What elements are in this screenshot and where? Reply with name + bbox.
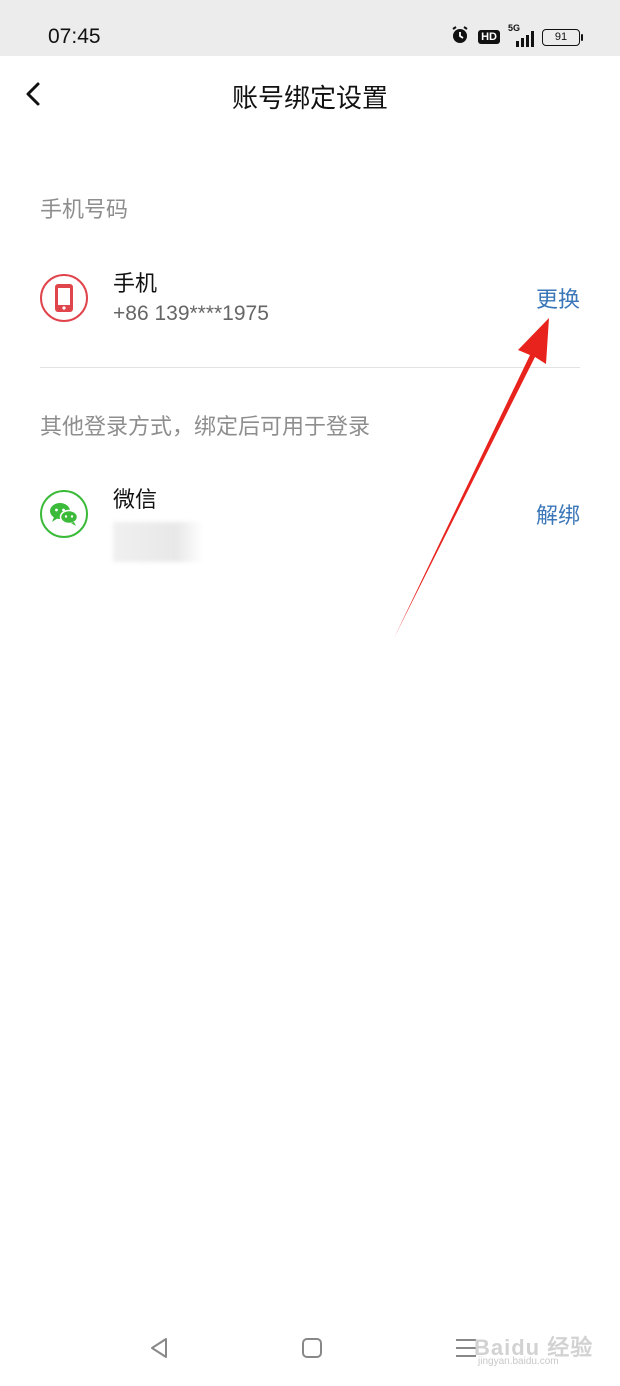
- phone-section-title: 手机号码: [40, 198, 129, 223]
- battery-icon: 91: [542, 28, 583, 46]
- alarm-icon: [450, 25, 470, 49]
- hd-icon: HD: [478, 30, 500, 44]
- phone-label: 手机: [113, 272, 158, 297]
- wechat-label: 微信: [113, 488, 158, 513]
- wechat-account-blurred: [113, 522, 203, 562]
- change-phone-button[interactable]: 更换: [536, 282, 580, 314]
- home-square-icon[interactable]: [296, 1332, 328, 1364]
- wechat-icon: [40, 490, 88, 538]
- back-triangle-icon[interactable]: [144, 1332, 176, 1364]
- section-divider: [40, 367, 580, 368]
- status-time: 07:45: [48, 25, 101, 48]
- unbind-wechat-button[interactable]: 解绑: [536, 498, 580, 530]
- page-title: 账号绑定设置: [231, 84, 388, 114]
- app-header: 账号绑定设置: [0, 56, 620, 136]
- baidu-watermark: Baidu 经验 jingyan.baidu.com: [474, 1330, 594, 1370]
- phone-icon: [40, 274, 88, 322]
- network-label: 5G: [508, 23, 521, 33]
- other-login-section-title: 其他登录方式，绑定后可用于登录: [40, 415, 371, 440]
- watermark-url: jingyan.baidu.com: [478, 1356, 559, 1367]
- status-bar: 07:45 HD 5G 91: [0, 0, 620, 56]
- phone-number: +86 139****1975: [113, 302, 269, 325]
- phone-binding-row: 手机 +86 139****1975 更换: [40, 272, 580, 354]
- signal-icon: 5G: [508, 23, 534, 47]
- wechat-binding-row: 微信 解绑: [40, 488, 580, 570]
- status-icons: HD 5G 91: [450, 23, 583, 49]
